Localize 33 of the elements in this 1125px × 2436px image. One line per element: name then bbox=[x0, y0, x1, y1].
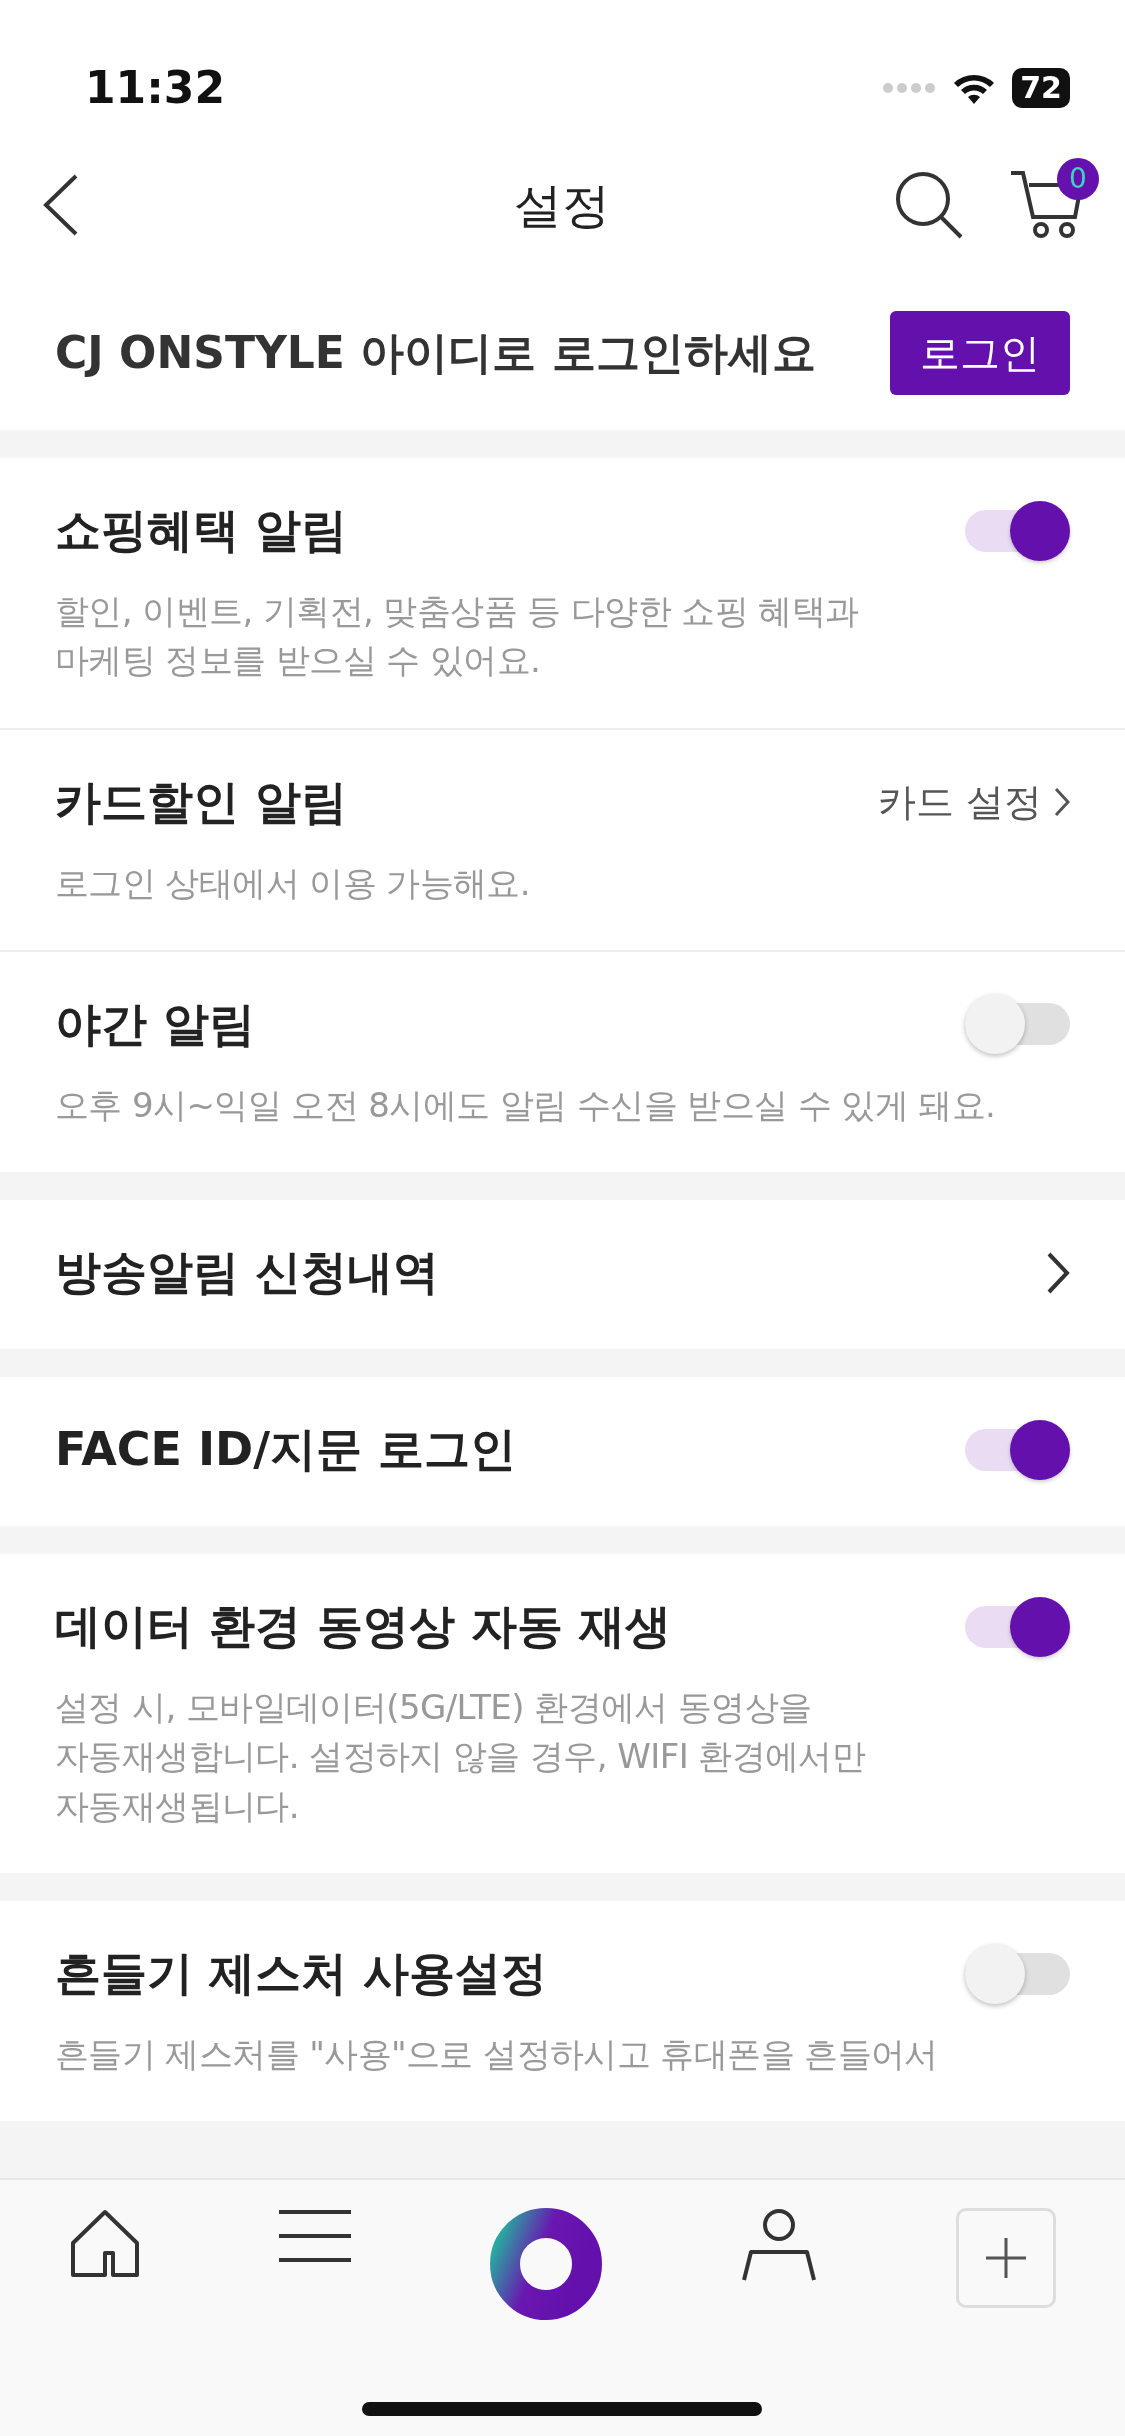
plus-icon bbox=[985, 2238, 1026, 2278]
toggle-switch[interactable] bbox=[965, 500, 1070, 561]
setting-title: FACE ID/지문 로그인 bbox=[55, 1421, 517, 1479]
setting-description: 설정 시, 모바일데이터(5G/LTE) 환경에서 동영상을 자동재생합니다. 설정하지 않을 경우, WIFI 환경에서만 자동재생됩니다. bbox=[55, 1686, 867, 1828]
page-title: 설정 bbox=[513, 176, 611, 235]
toggle-switch[interactable] bbox=[965, 994, 1070, 1055]
setting-title: 방송알림 신청내역 bbox=[55, 1244, 439, 1302]
setting-description: 할인, 이벤트, 기획전, 맞춤상품 등 다양한 쇼핑 혜택과 마케팅 정보를 받으실 수 있어요. bbox=[55, 590, 860, 683]
chevron-right-icon[interactable] bbox=[1046, 1250, 1070, 1295]
chevron-right-icon bbox=[1054, 787, 1070, 818]
cart-count-badge: 0 bbox=[1057, 158, 1099, 200]
card-settings-link[interactable]: 카드 설정 bbox=[877, 773, 1070, 831]
login-prompt: CJ ONSTYLE 아이디로 로그인하세요 bbox=[55, 325, 816, 380]
setting-title: 쇼핑혜택 알림 bbox=[55, 502, 347, 559]
battery-level: 72 bbox=[1012, 67, 1070, 108]
setting-title: 야간 알림 bbox=[55, 995, 255, 1053]
toggle-switch[interactable] bbox=[965, 1943, 1070, 2004]
toggle-switch[interactable] bbox=[965, 1419, 1070, 1480]
ring-logo-icon[interactable] bbox=[489, 2208, 602, 2320]
status-time: 11:32 bbox=[85, 60, 226, 115]
search-icon[interactable] bbox=[894, 170, 964, 240]
login-button[interactable]: 로그인 bbox=[890, 310, 1070, 395]
person-icon[interactable] bbox=[740, 2208, 817, 2282]
setting-description: 로그인 상태에서 이용 가능해요. bbox=[55, 861, 532, 905]
setting-title: 카드할인 알림 bbox=[55, 773, 347, 831]
home-icon[interactable] bbox=[69, 2208, 140, 2278]
signal-icon bbox=[882, 81, 937, 94]
setting-description: 오후 9시~익일 오전 8시에도 알림 수신을 받으실 수 있게 돼요. bbox=[55, 1083, 997, 1127]
toggle-switch[interactable] bbox=[965, 1596, 1070, 1657]
menu-icon[interactable] bbox=[278, 2208, 351, 2264]
setting-title: 흔들기 제스처 사용설정 bbox=[55, 1945, 548, 2003]
setting-description: 흔들기 제스처를 "사용"으로 설정하시고 휴대폰을 흔들어서 bbox=[55, 2033, 939, 2077]
setting-title: 데이터 환경 동영상 자동 재생 bbox=[55, 1598, 672, 1656]
